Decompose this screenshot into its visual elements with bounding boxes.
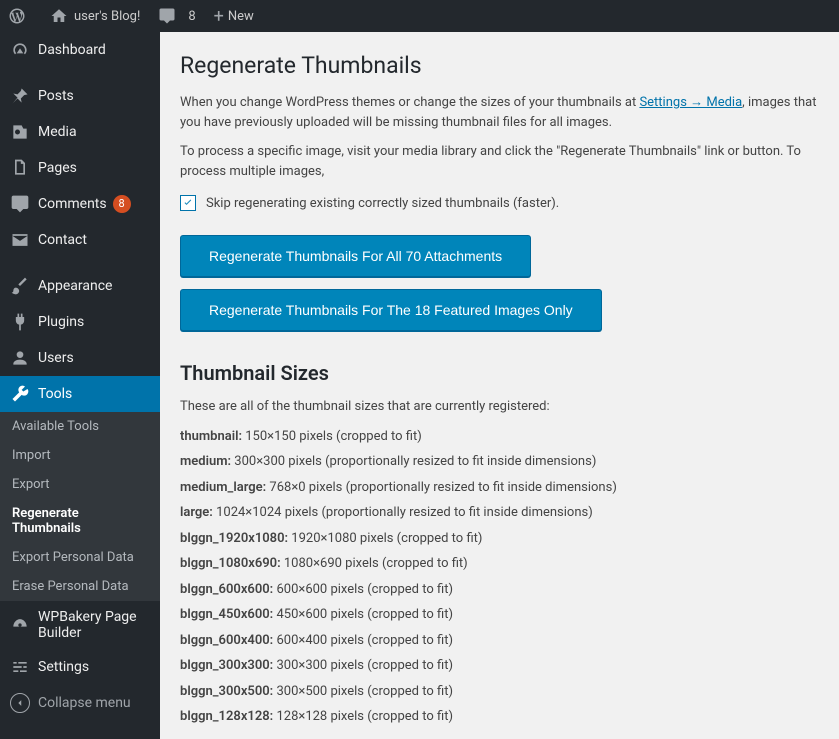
sub-export-personal[interactable]: Export Personal Data [0, 543, 160, 572]
menu-appearance-label: Appearance [38, 278, 112, 294]
menu-media-label: Media [38, 124, 77, 140]
size-name: blggn_450x600: [180, 607, 273, 622]
size-item: large: 1024×1024 pixels (proportionally … [180, 503, 819, 523]
size-item: medium_large: 768×0 pixels (proportional… [180, 478, 819, 498]
plus-icon: + [214, 6, 224, 27]
wp-logo[interactable] [8, 7, 32, 25]
tools-submenu: Available Tools Import Export Regenerate… [0, 412, 160, 601]
sub-erase-personal[interactable]: Erase Personal Data [0, 572, 160, 601]
size-name: blggn_300x300: [180, 658, 273, 673]
size-item: blggn_450x600: 450×600 pixels (cropped t… [180, 605, 819, 625]
menu-dashboard-label: Dashboard [38, 42, 106, 58]
menu-tools-label: Tools [38, 386, 72, 402]
menu-comments-label: Comments [38, 196, 107, 212]
size-item: medium: 300×300 pixels (proportionally r… [180, 452, 819, 472]
page-title: Regenerate Thumbnails [180, 52, 819, 79]
size-name: large: [180, 505, 213, 520]
menu-pages-label: Pages [38, 160, 77, 176]
new-label: New [228, 9, 254, 24]
size-name: blggn_128x128: [180, 709, 273, 724]
menu-wpbakery[interactable]: WPBakery Page Builder [0, 601, 160, 649]
sizes-list: thumbnail: 150×150 pixels (cropped to fi… [180, 427, 819, 727]
sliders-icon [10, 657, 30, 677]
regenerate-all-button[interactable]: Regenerate Thumbnails For All 70 Attachm… [180, 235, 531, 277]
brush-icon [10, 276, 30, 296]
size-name: blggn_1920x1080: [180, 531, 288, 546]
user-icon [10, 348, 30, 368]
comment-icon [158, 7, 176, 25]
size-name: blggn_1080x690: [180, 556, 281, 571]
adminbar-comments[interactable]: 8 [158, 7, 195, 25]
size-item: blggn_300x500: 300×500 pixels (cropped t… [180, 682, 819, 702]
wrench-icon [10, 384, 30, 404]
pages-icon [10, 158, 30, 178]
size-item: blggn_1920x1080: 1920×1080 pixels (cropp… [180, 529, 819, 549]
menu-wpbakery-label: WPBakery Page Builder [38, 609, 150, 641]
size-item: blggn_128x128: 128×128 pixels (cropped t… [180, 707, 819, 727]
sub-available-tools[interactable]: Available Tools [0, 412, 160, 441]
sub-export[interactable]: Export [0, 470, 160, 499]
menu-posts[interactable]: Posts [0, 78, 160, 114]
settings-media-link[interactable]: Settings → Media [639, 95, 742, 110]
size-item: blggn_600x600: 600×600 pixels (cropped t… [180, 580, 819, 600]
size-name: medium: [180, 454, 231, 469]
menu-plugins[interactable]: Plugins [0, 304, 160, 340]
size-name: thumbnail: [180, 429, 242, 444]
comment-icon [10, 194, 30, 214]
sub-import[interactable]: Import [0, 441, 160, 470]
menu-tools[interactable]: Tools [0, 376, 160, 412]
intro2: To process a specific image, visit your … [180, 142, 819, 181]
mail-icon [10, 230, 30, 250]
plugin-icon [10, 312, 30, 332]
size-item: thumbnail: 150×150 pixels (cropped to fi… [180, 427, 819, 447]
size-name: blggn_300x500: [180, 684, 273, 699]
menu-comments[interactable]: Comments 8 [0, 186, 160, 222]
regenerate-featured-button[interactable]: Regenerate Thumbnails For The 18 Feature… [180, 289, 602, 331]
comments-badge: 8 [113, 195, 131, 213]
collapse-label: Collapse menu [38, 695, 131, 711]
menu-media[interactable]: Media [0, 114, 160, 150]
intro-paragraph: When you change WordPress themes or chan… [180, 93, 819, 132]
skip-checkbox[interactable] [180, 195, 196, 211]
skip-label: Skip regenerating existing correctly siz… [206, 196, 559, 211]
collapse-icon [10, 693, 30, 713]
site-name: user's Blog! [74, 9, 140, 24]
menu-users[interactable]: Users [0, 340, 160, 376]
check-icon [182, 197, 194, 209]
dashboard-icon [10, 40, 30, 60]
wordpress-icon [8, 7, 26, 25]
menu-users-label: Users [38, 350, 74, 366]
size-item: blggn_1080x690: 1080×690 pixels (cropped… [180, 554, 819, 574]
sub-regenerate-thumbnails[interactable]: Regenerate Thumbnails [0, 499, 160, 543]
wpbakery-icon [10, 615, 30, 635]
menu-posts-label: Posts [38, 88, 74, 104]
size-name: blggn_600x600: [180, 582, 273, 597]
pin-icon [10, 86, 30, 106]
sizes-heading: Thumbnail Sizes [180, 361, 819, 385]
menu-pages[interactable]: Pages [0, 150, 160, 186]
comments-count: 8 [188, 9, 195, 24]
sizes-intro: These are all of the thumbnail sizes tha… [180, 397, 819, 417]
menu-contact[interactable]: Contact [0, 222, 160, 258]
size-name: medium_large: [180, 480, 266, 495]
adminbar-new[interactable]: + New [214, 6, 254, 27]
collapse-menu[interactable]: Collapse menu [0, 685, 160, 721]
size-name: blggn_600x400: [180, 633, 273, 648]
menu-settings[interactable]: Settings [0, 649, 160, 685]
home-icon [50, 7, 68, 25]
size-item: blggn_300x300: 300×300 pixels (cropped t… [180, 656, 819, 676]
site-link[interactable]: user's Blog! [50, 7, 140, 25]
media-icon [10, 122, 30, 142]
intro-part1: When you change WordPress themes or chan… [180, 95, 639, 110]
size-item: blggn_600x400: 600×400 pixels (cropped t… [180, 631, 819, 651]
menu-plugins-label: Plugins [38, 314, 84, 330]
menu-dashboard[interactable]: Dashboard [0, 32, 160, 68]
menu-appearance[interactable]: Appearance [0, 268, 160, 304]
menu-settings-label: Settings [38, 659, 89, 675]
menu-contact-label: Contact [38, 232, 87, 248]
